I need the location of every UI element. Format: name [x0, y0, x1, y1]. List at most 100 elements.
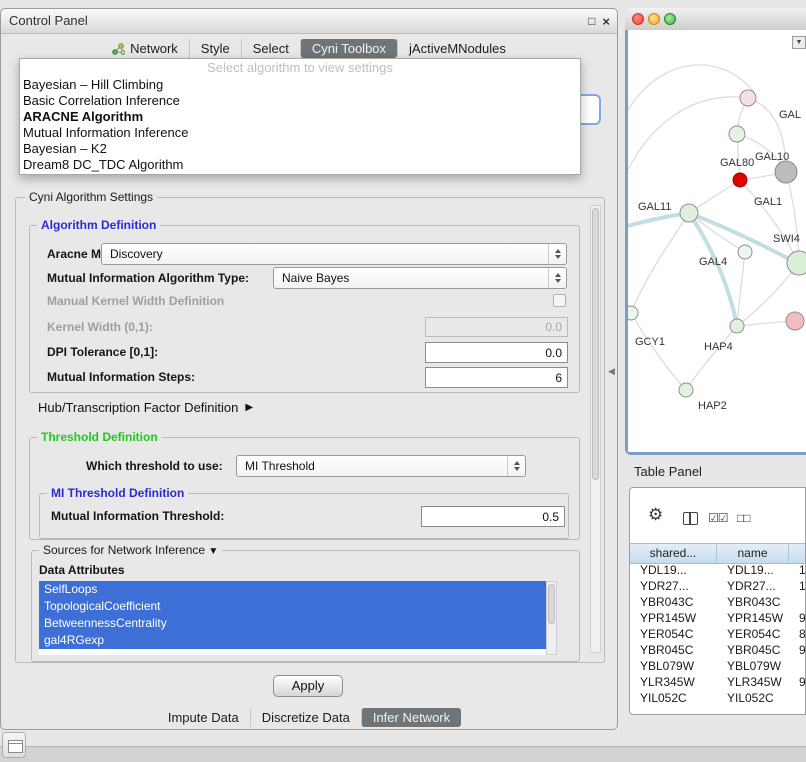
network-edge	[786, 172, 799, 263]
close-traffic-light-icon[interactable]	[632, 13, 644, 25]
zoom-traffic-light-icon[interactable]	[664, 13, 676, 25]
mi-type-label: Mutual Information Algorithm Type:	[47, 267, 249, 289]
table-cell: YBL079W	[717, 658, 789, 674]
table-row[interactable]: YBR045CYBR045C9.	[630, 642, 805, 658]
network-node[interactable]	[786, 312, 804, 330]
network-node[interactable]	[733, 173, 747, 187]
network-node[interactable]	[679, 383, 693, 397]
sources-group-title[interactable]: Sources for Network Inference ▼	[39, 543, 222, 557]
tab-style[interactable]: Style	[189, 39, 241, 58]
network-node-label: HAP2	[698, 400, 727, 412]
control-panel-titlebar[interactable]: Control Panel □ ×	[1, 9, 617, 34]
network-node[interactable]	[740, 90, 756, 106]
algorithm-popup-items: Bayesian – Hill ClimbingBasic Correlatio…	[20, 77, 580, 173]
which-threshold-select[interactable]: MI Threshold	[236, 455, 526, 477]
tab-network[interactable]: Network	[101, 39, 189, 58]
table-row[interactable]: YPR145WYPR145W9.	[630, 610, 805, 626]
table-cell: YLR345W	[630, 674, 717, 690]
mi-steps-field[interactable]	[425, 367, 568, 388]
float-window-icon[interactable]: □	[588, 14, 595, 28]
select-all-checkboxes-icon[interactable]: ☑☑	[708, 511, 728, 525]
tab-label: Cyni Toolbox	[312, 41, 386, 56]
combo-arrows-icon	[548, 268, 566, 288]
birdseye-toggle-icon[interactable]: ▼	[792, 36, 806, 49]
attribute-gal4rgexp[interactable]: gal4RGexp	[39, 632, 546, 649]
table-row[interactable]: YDR27...YDR27...12	[630, 578, 805, 594]
algorithm-option-mutual-information-inference[interactable]: Mutual Information Inference	[20, 125, 580, 141]
table-cell: 8.	[789, 626, 805, 642]
minimize-traffic-light-icon[interactable]	[648, 13, 660, 25]
network-node-label: GCY1	[635, 336, 665, 348]
mi-steps-label: Mutual Information Steps:	[47, 367, 195, 388]
network-edge	[628, 65, 754, 110]
tab-select[interactable]: Select	[241, 39, 300, 58]
aracne-mode-value: Discovery	[102, 247, 548, 261]
sources-title-text: Sources for Network Inference	[43, 543, 205, 557]
algorithm-option-bayesian-hill-climbing[interactable]: Bayesian – Hill Climbing	[20, 77, 580, 93]
deselect-all-checkboxes-icon[interactable]: □□	[737, 511, 750, 525]
table-cell: YDL19...	[717, 562, 789, 578]
mi-threshold-field[interactable]	[421, 506, 565, 527]
gear-icon[interactable]: ⚙	[648, 505, 663, 525]
tab-cyni-toolbox[interactable]: Cyni Toolbox	[300, 39, 397, 58]
algorithm-option-basic-correlation-inference[interactable]: Basic Correlation Inference	[20, 93, 580, 109]
network-canvas[interactable]: GALGAL80GAL10GAL11GAL1SWI4GAL4GCY1HAP4HA…	[628, 30, 806, 452]
algorithm-option-dream8-dc-tdc-algorithm[interactable]: Dream8 DC_TDC Algorithm	[20, 157, 580, 173]
network-node[interactable]	[680, 204, 698, 222]
table-row[interactable]: YDL19...YDL19...13	[630, 562, 805, 578]
table-row[interactable]: YIL052CYIL052C	[630, 690, 805, 706]
table-cell: 9.	[789, 674, 805, 690]
kernel-width-label: Kernel Width (0,1):	[47, 317, 153, 337]
tab-label: Select	[253, 41, 289, 56]
network-node[interactable]	[775, 161, 797, 183]
column-header-col2[interactable]	[789, 544, 806, 563]
tab-infer-network[interactable]: Infer Network	[361, 708, 461, 727]
network-node[interactable]	[730, 319, 744, 333]
hub-section-header[interactable]: Hub/Transcription Factor Definition ▶	[38, 400, 253, 415]
attribute-topologicalcoefficient[interactable]: TopologicalCoefficient	[39, 598, 546, 615]
table-row[interactable]: YLR345WYLR345W9.	[630, 674, 805, 690]
network-node[interactable]	[738, 245, 752, 259]
column-header-name[interactable]: name	[717, 544, 789, 563]
columns-icon[interactable]	[683, 512, 698, 525]
table-cell: YIL052C	[630, 690, 717, 706]
attribute-selfloops[interactable]: SelfLoops	[39, 581, 546, 598]
threshold-definition-title: Threshold Definition	[37, 430, 162, 444]
column-header-shared[interactable]: shared...	[630, 544, 717, 563]
dpi-tolerance-field[interactable]	[425, 342, 568, 363]
attributes-scrollbar-thumb[interactable]	[548, 584, 555, 624]
tab-jactivemnodules[interactable]: jActiveMNodules	[397, 39, 517, 58]
network-node[interactable]	[729, 126, 745, 142]
aracne-mode-select[interactable]: Discovery	[101, 243, 567, 265]
table-row[interactable]: YER054CYER054C8.	[630, 626, 805, 642]
tab-discretize-data[interactable]: Discretize Data	[250, 708, 361, 727]
manual-kernel-checkbox[interactable]	[553, 294, 566, 307]
algorithm-option-bayesian-k2[interactable]: Bayesian – K2	[20, 141, 580, 157]
tab-label: Style	[201, 41, 230, 56]
attributes-scrollbar[interactable]	[546, 581, 557, 655]
network-node-label: GAL1	[754, 196, 782, 208]
attribute-betweennesscentrality[interactable]: BetweennessCentrality	[39, 615, 546, 632]
mini-window-icon[interactable]	[2, 732, 26, 758]
network-window-titlebar[interactable]	[625, 8, 806, 31]
network-node[interactable]	[787, 251, 806, 275]
table-header-row: shared...name	[630, 543, 805, 564]
splitter-collapse-icon[interactable]: ◀	[608, 366, 615, 377]
window-title: Control Panel	[9, 9, 88, 33]
settings-scrollbar[interactable]	[590, 205, 601, 653]
apply-button[interactable]: Apply	[273, 675, 343, 697]
algorithm-popup-placeholder: Select algorithm to view settings	[20, 59, 580, 77]
close-window-icon[interactable]: ×	[602, 14, 610, 29]
mi-type-select[interactable]: Naive Bayes	[273, 267, 567, 289]
data-attributes-list[interactable]: SelfLoopsTopologicalCoefficientBetweenne…	[39, 581, 546, 655]
algorithm-option-aracne-algorithm[interactable]: ARACNE Algorithm	[20, 109, 580, 125]
table-cell: YBR043C	[630, 594, 717, 610]
kernel-width-field[interactable]	[425, 317, 568, 337]
table-cell	[789, 690, 805, 706]
tab-impute-data[interactable]: Impute Data	[157, 708, 250, 727]
table-row[interactable]: YBL079WYBL079W	[630, 658, 805, 674]
network-node[interactable]	[628, 306, 638, 320]
table-row[interactable]: YBR043CYBR043C	[630, 594, 805, 610]
settings-scrollbar-thumb[interactable]	[592, 208, 599, 480]
which-threshold-value: MI Threshold	[237, 459, 507, 473]
